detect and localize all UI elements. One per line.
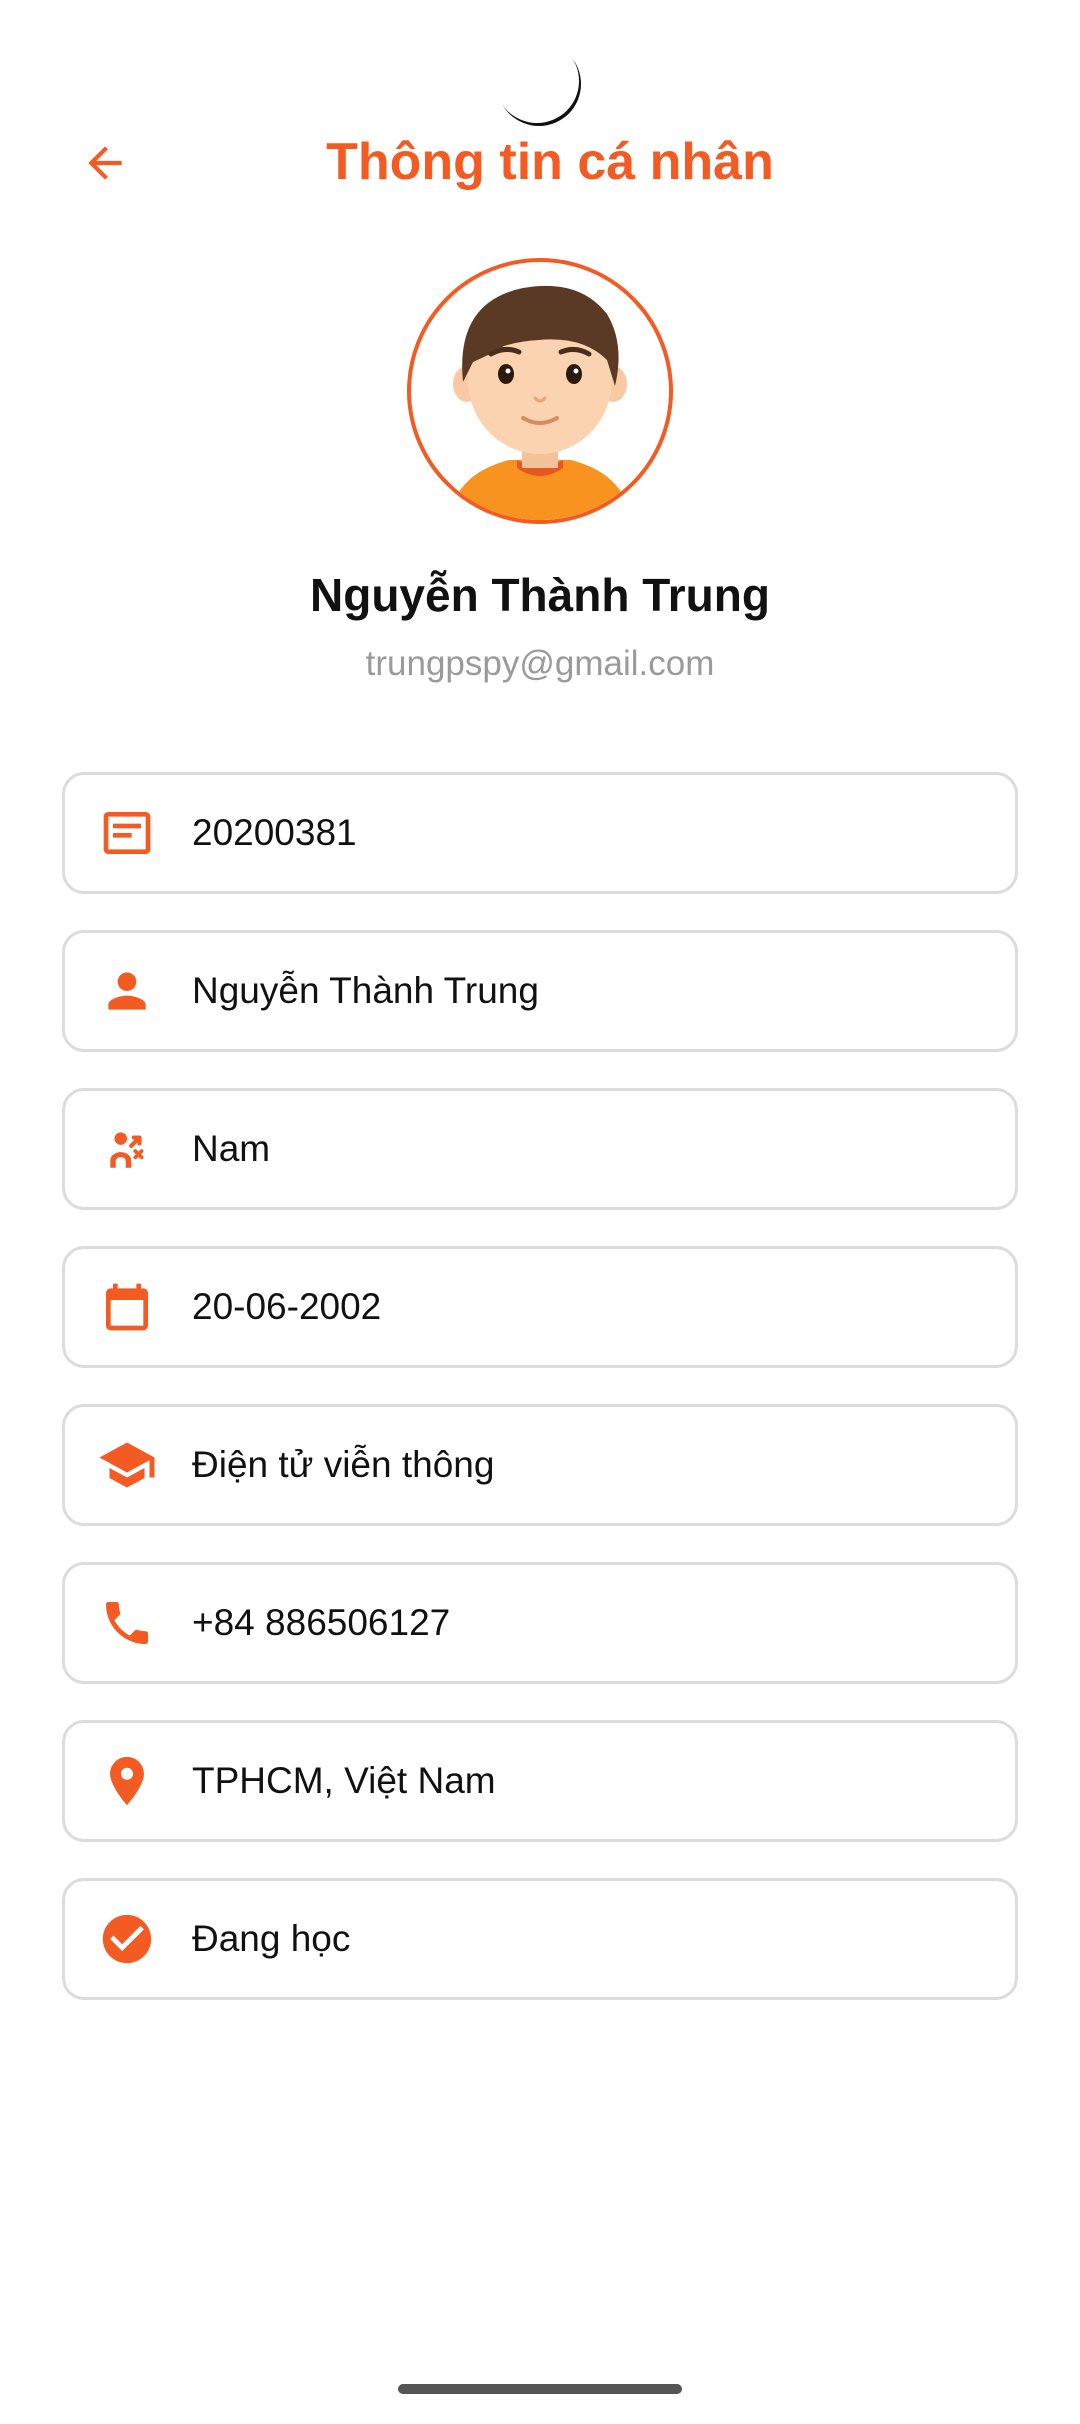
info-list: 20200381 Nguyễn Thành Trung Nam 20-06-20… — [62, 772, 1018, 2036]
status-value: Đang học — [192, 1918, 351, 1959]
top-bar: Thông tin cá nhân — [0, 120, 1080, 210]
profile-email: trungpspy@gmail.com — [365, 644, 715, 683]
birthdate-value: 20-06-2002 — [192, 1286, 382, 1327]
student-id-field[interactable]: 20200381 — [62, 772, 1018, 894]
phone-icon — [97, 1593, 157, 1653]
location-pin-icon — [97, 1751, 157, 1811]
phone-value: +84 886506127 — [192, 1602, 451, 1643]
gender-icon — [97, 1119, 157, 1179]
full-name-field[interactable]: Nguyễn Thành Trung — [62, 930, 1018, 1052]
cartoon-boy-avatar-icon — [449, 285, 631, 520]
gender-value: Nam — [192, 1128, 271, 1169]
phone-field[interactable]: +84 886506127 — [62, 1562, 1018, 1684]
student-id-value: 20200381 — [192, 812, 357, 853]
avatar — [407, 258, 673, 524]
calendar-icon — [97, 1277, 157, 1337]
major-value: Điện tử viễn thông — [192, 1444, 495, 1485]
graduation-cap-icon — [97, 1435, 157, 1495]
page-title: Thông tin cá nhân — [326, 133, 774, 191]
profile-name: Nguyễn Thành Trung — [310, 569, 770, 621]
camera-cutout — [497, 42, 581, 126]
address-value: TPHCM, Việt Nam — [192, 1760, 496, 1801]
address-field[interactable]: TPHCM, Việt Nam — [62, 1720, 1018, 1842]
home-indicator[interactable] — [398, 2384, 682, 2394]
status-field[interactable]: Đang học — [62, 1878, 1018, 2000]
gender-field[interactable]: Nam — [62, 1088, 1018, 1210]
check-circle-icon — [97, 1909, 157, 1969]
person-icon — [97, 961, 157, 1021]
birthdate-field[interactable]: 20-06-2002 — [62, 1246, 1018, 1368]
major-field[interactable]: Điện tử viễn thông — [62, 1404, 1018, 1526]
id-card-icon — [97, 803, 157, 863]
full-name-value: Nguyễn Thành Trung — [192, 970, 539, 1011]
